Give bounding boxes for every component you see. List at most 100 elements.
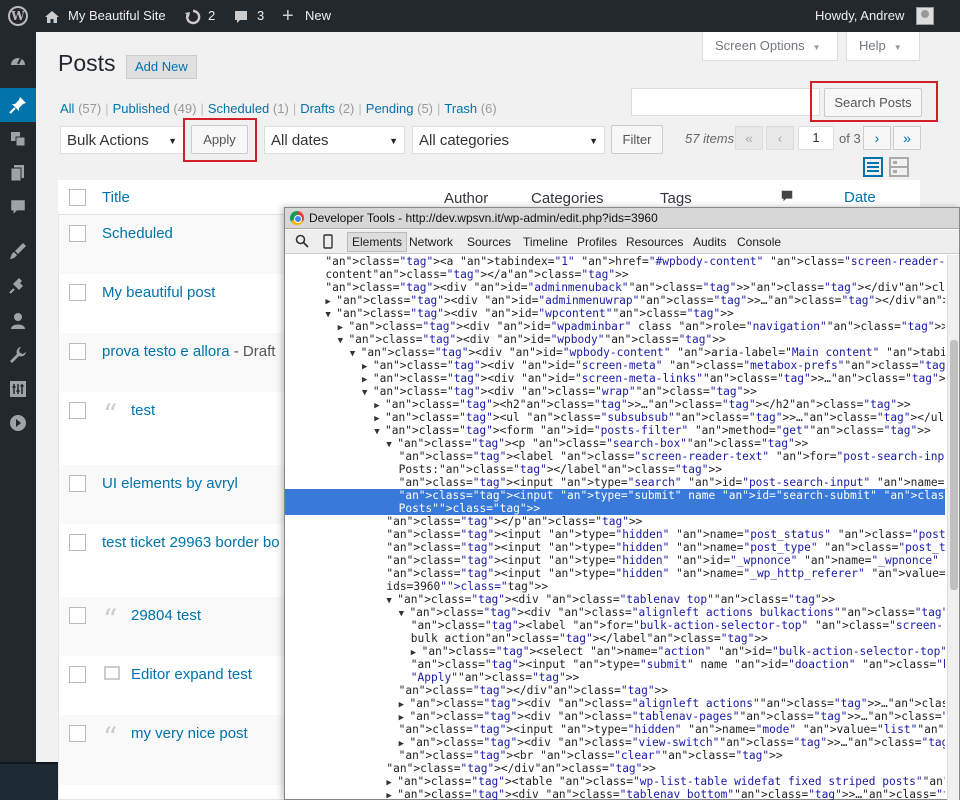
dom-node-line[interactable]: bulk action"an">class="tag"></label"an">… xyxy=(285,632,945,645)
dom-node-line[interactable]: ▶ "an">class="tag"><div "an">class="view… xyxy=(285,736,945,749)
dom-node-line[interactable]: "an">class="tag"><br "an">class="clear""… xyxy=(285,749,945,762)
dom-node-line[interactable]: ▼ "an">class="tag"><div "an">class="wrap… xyxy=(285,385,945,398)
dom-node-line[interactable]: ▼ "an">class="tag"><div "an">id="wpconte… xyxy=(285,307,945,320)
row-title[interactable]: Scheduled xyxy=(102,225,173,242)
devtools-tab-profiles[interactable]: Profiles xyxy=(577,235,617,249)
elements-tree[interactable]: "an">class="tag"><a "an">tabindex="1" "a… xyxy=(285,255,945,800)
devtools-tab-resources[interactable]: Resources xyxy=(626,235,683,249)
device-mode-icon[interactable] xyxy=(323,234,333,252)
dom-node-line[interactable]: ▼ "an">class="tag"><div "an">class="alig… xyxy=(285,606,945,619)
home-icon[interactable] xyxy=(44,0,60,32)
dom-node-line[interactable]: "an">class="tag"><label "an">for="bulk-a… xyxy=(285,619,945,632)
collapsed-triangle-icon[interactable]: ▶ xyxy=(399,713,410,723)
collapsed-triangle-icon[interactable]: ▶ xyxy=(399,700,410,710)
dom-node-line[interactable]: "an">class="tag"><input "an">type="hidde… xyxy=(285,567,945,580)
filter-published[interactable]: Published xyxy=(113,101,170,116)
collapsed-triangle-icon[interactable]: ▶ xyxy=(399,739,410,749)
dom-node-line[interactable]: "an">class="tag"><input "an">type="hidde… xyxy=(285,723,945,736)
dashboard-icon[interactable] xyxy=(0,44,36,78)
devtools-tab-network[interactable]: Network xyxy=(409,235,453,249)
dom-node-line[interactable]: ▶ "an">class="tag"><div "an">class="alig… xyxy=(285,697,945,710)
dom-node-line[interactable]: ids=3960"">class="tag">> xyxy=(285,580,945,593)
row-checkbox[interactable] xyxy=(69,475,86,492)
pages-icon[interactable] xyxy=(0,156,36,190)
filter-trash[interactable]: Trash xyxy=(444,101,477,116)
expanded-triangle-icon[interactable]: ▼ xyxy=(399,609,410,619)
selected-dom-node[interactable]: Posts"">class="tag">> xyxy=(285,502,945,515)
expanded-triangle-icon[interactable]: ▼ xyxy=(386,440,397,450)
comments-menu-icon[interactable] xyxy=(0,190,36,224)
row-checkbox[interactable] xyxy=(69,725,86,742)
collapsed-triangle-icon[interactable]: ▶ xyxy=(338,323,349,333)
list-view-icon[interactable] xyxy=(863,157,883,177)
current-page-input[interactable]: 1 xyxy=(798,126,834,150)
expanded-triangle-icon[interactable]: ▼ xyxy=(362,388,373,398)
column-date[interactable]: Date xyxy=(844,189,876,206)
dom-node-line[interactable]: "an">class="tag"><input "an">type="hidde… xyxy=(285,528,945,541)
categories-select[interactable]: All categories ▼ xyxy=(412,126,605,154)
collapsed-triangle-icon[interactable]: ▶ xyxy=(362,362,373,372)
select-all-checkbox[interactable] xyxy=(69,189,86,206)
new-content-link[interactable]: New xyxy=(305,0,331,32)
row-title-link[interactable]: UI elements by avryl xyxy=(102,475,238,492)
add-new-button[interactable]: Add New xyxy=(126,55,197,79)
help-button[interactable]: Help ▼ xyxy=(846,32,920,61)
row-title-link[interactable]: test ticket 29963 border bo xyxy=(102,534,280,551)
dom-node-line[interactable]: ▶ "an">class="tag"><div "an">class="tabl… xyxy=(285,788,945,800)
dom-node-line[interactable]: "an">class="tag"><a "an">tabindex="1" "a… xyxy=(285,255,945,268)
expanded-triangle-icon[interactable]: ▼ xyxy=(374,427,385,437)
updates-count[interactable]: 2 xyxy=(208,0,215,32)
comments-column-icon[interactable] xyxy=(780,189,794,207)
dom-node-line[interactable]: content"an">class="tag"></a"an">class="t… xyxy=(285,268,945,281)
dom-node-line[interactable]: "an">class="tag"><input "an">type="searc… xyxy=(285,476,945,489)
dom-node-line[interactable]: ▼ "an">class="tag"><form "an">id="posts-… xyxy=(285,424,945,437)
row-checkbox[interactable] xyxy=(69,607,86,624)
collapse-menu-icon[interactable] xyxy=(0,406,36,440)
row-title[interactable]: test ticket 29963 border bo xyxy=(102,534,280,551)
filter-scheduled[interactable]: Scheduled xyxy=(208,101,269,116)
plus-icon[interactable]: + xyxy=(282,0,294,32)
dom-node-line[interactable]: "an">class="tag"><input "an">type="hidde… xyxy=(285,541,945,554)
row-title-link[interactable]: prova testo e allora xyxy=(102,343,230,360)
search-input[interactable] xyxy=(631,88,820,116)
filter-pending[interactable]: Pending xyxy=(366,101,414,116)
devtools-tab-console[interactable]: Console xyxy=(737,235,781,249)
prev-page-button[interactable]: ‹ xyxy=(766,126,794,150)
row-title[interactable]: My beautiful post xyxy=(102,284,215,301)
plugins-icon[interactable] xyxy=(0,268,36,302)
row-title[interactable]: 29804 test xyxy=(131,607,201,624)
dom-node-line[interactable]: ▼ "an">class="tag"><div "an">class="tabl… xyxy=(285,593,945,606)
dom-node-line[interactable]: ▶ "an">class="tag"><table "an">class="wp… xyxy=(285,775,945,788)
dom-node-line[interactable]: "an">class="tag"></div"an">class="tag">> xyxy=(285,684,945,697)
row-title-link[interactable]: My beautiful post xyxy=(102,284,215,301)
wordpress-logo-icon[interactable]: W xyxy=(6,0,30,32)
dom-node-line[interactable]: "an">class="tag"></div"an">class="tag">> xyxy=(285,762,945,775)
users-icon[interactable] xyxy=(0,304,36,338)
dom-node-line[interactable]: "an">class="tag"></p"an">class="tag">> xyxy=(285,515,945,528)
row-title[interactable]: my very nice post xyxy=(131,725,248,742)
dom-node-line[interactable]: ▶ "an">class="tag"><div "an">id="screen-… xyxy=(285,372,945,385)
collapsed-triangle-icon[interactable]: ▶ xyxy=(411,648,422,658)
row-title-link[interactable]: Editor expand test xyxy=(131,666,252,683)
dom-node-line[interactable]: ▶ "an">class="tag"><select "an">name="ac… xyxy=(285,645,945,658)
dates-select[interactable]: All dates ▼ xyxy=(264,126,405,154)
dom-node-line[interactable]: ▶ "an">class="tag"><div "an">class="tabl… xyxy=(285,710,945,723)
site-name-link[interactable]: My Beautiful Site xyxy=(68,0,166,32)
row-title-link[interactable]: test xyxy=(131,402,155,419)
row-title[interactable]: Editor expand test xyxy=(131,666,252,683)
screen-options-button[interactable]: Screen Options ▼ xyxy=(702,32,838,61)
dom-node-line[interactable]: ▼ "an">class="tag"><div "an">id="wpbody"… xyxy=(285,333,945,346)
inspect-search-icon[interactable] xyxy=(295,234,309,251)
collapsed-triangle-icon[interactable]: ▶ xyxy=(374,414,385,424)
dom-node-line[interactable]: "an">class="tag"><input "an">type="hidde… xyxy=(285,554,945,567)
selected-dom-node[interactable]: "an">class="tag"><input "an">type="submi… xyxy=(285,489,945,502)
row-title[interactable]: test xyxy=(131,402,155,419)
devtools-scrollbar[interactable] xyxy=(947,255,959,800)
dom-node-line[interactable]: ▼ "an">class="tag"><p "an">class="search… xyxy=(285,437,945,450)
media-icon[interactable] xyxy=(0,122,36,156)
row-title-link[interactable]: my very nice post xyxy=(131,725,248,742)
row-title[interactable]: UI elements by avryl xyxy=(102,475,238,492)
first-page-button[interactable]: « xyxy=(735,126,763,150)
row-checkbox[interactable] xyxy=(69,284,86,301)
dom-node-line[interactable]: Posts:"an">class="tag"></label"an">class… xyxy=(285,463,945,476)
